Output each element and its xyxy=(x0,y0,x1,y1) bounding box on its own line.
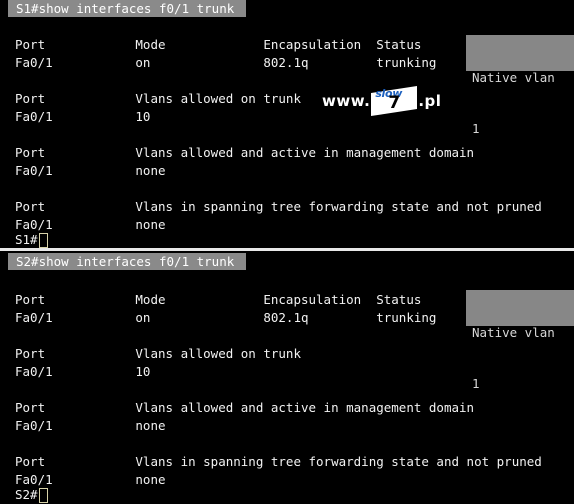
table-header-row-s2-1: Port Mode Encapsulation Status xyxy=(15,292,422,307)
text-cursor-s1 xyxy=(38,232,48,248)
native-vlan-highlight-s2: Native vlan 1 xyxy=(466,290,574,391)
watermark-suffix: .pl xyxy=(418,92,442,110)
native-vlan-highlight-s1: Native vlan 1 xyxy=(466,35,574,136)
watermark-logo-number: 7 xyxy=(388,93,401,113)
native-vlan-value-s1: 1 xyxy=(472,121,480,136)
slow7-logo-icon: slow 7 xyxy=(371,86,418,116)
prompt-label-s1: S1# xyxy=(15,232,38,247)
prompt-line-s2[interactable]: S2# xyxy=(15,486,48,504)
prompt-line-s1[interactable]: S1# xyxy=(15,231,48,249)
table-row-s1-3: Fa0/1 none xyxy=(15,163,166,178)
table-header-row-s2-2: Port Vlans allowed on trunk xyxy=(15,346,301,361)
native-vlan-value-s2: 1 xyxy=(472,376,480,391)
capture-separator xyxy=(0,248,574,251)
native-vlan-header-s2: Native vlan xyxy=(472,325,555,340)
table-row-s1-1: Fa0/1 on 802.1q trunking xyxy=(15,55,437,70)
table-header-row-s1-2: Port Vlans allowed on trunk xyxy=(15,91,301,106)
table-header-row-s1-4: Port Vlans in spanning tree forwarding s… xyxy=(15,199,542,214)
table-header-row-s1-3: Port Vlans allowed and active in managem… xyxy=(15,145,475,160)
prompt-label-s2: S2# xyxy=(15,487,38,502)
table-header-row-s1-1: Port Mode Encapsulation Status xyxy=(15,37,422,52)
table-row-s2-3: Fa0/1 none xyxy=(15,418,166,433)
watermark-prefix: www. xyxy=(322,92,371,110)
table-row-s2-1: Fa0/1 on 802.1q trunking xyxy=(15,310,437,325)
table-header-row-s2-4: Port Vlans in spanning tree forwarding s… xyxy=(15,454,542,469)
table-row-s2-2: Fa0/1 10 xyxy=(15,364,151,379)
table-row-s1-2: Fa0/1 10 xyxy=(15,109,151,124)
text-cursor-s2 xyxy=(38,487,48,503)
site-watermark: www. slow 7 .pl xyxy=(322,86,441,116)
command-prompt-s2[interactable]: S2#show interfaces f0/1 trunk xyxy=(8,253,246,270)
native-vlan-header-s1: Native vlan xyxy=(472,70,555,85)
table-header-row-s2-3: Port Vlans allowed and active in managem… xyxy=(15,400,475,415)
command-prompt-s1[interactable]: S1#show interfaces f0/1 trunk xyxy=(8,0,246,17)
terminal-window: S1#show interfaces f0/1 trunk Port Mode … xyxy=(0,0,574,504)
